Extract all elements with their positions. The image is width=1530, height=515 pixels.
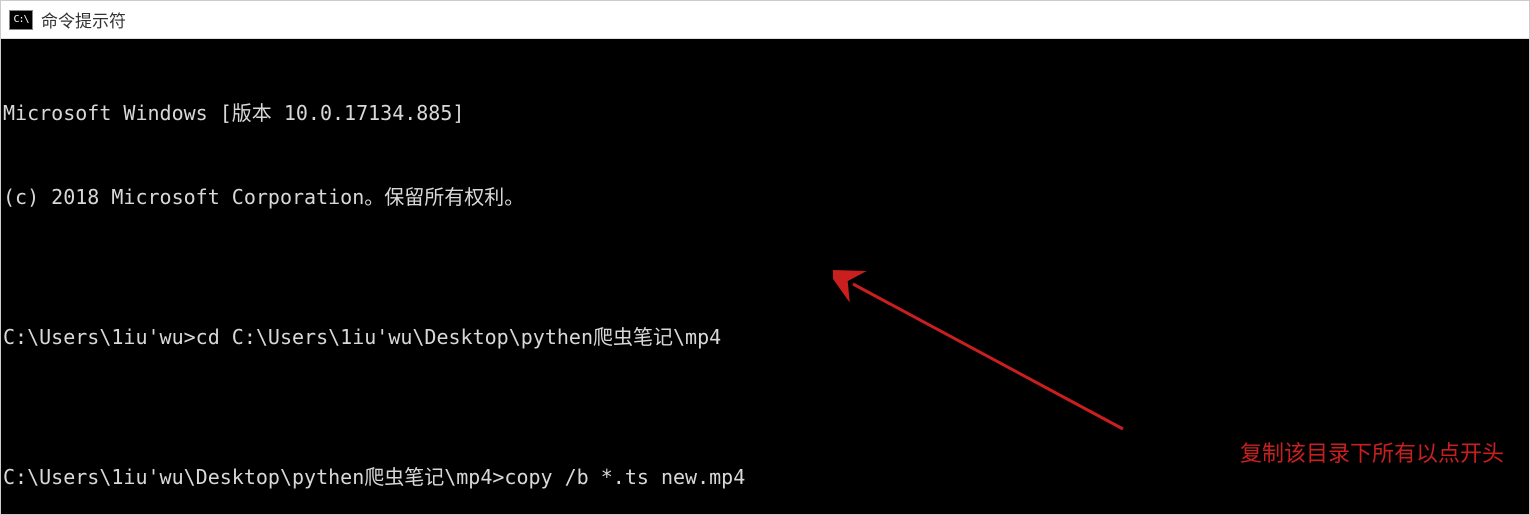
cmd-window: C:\ 命令提示符 Microsoft Windows [版本 10.0.171… [0, 0, 1530, 515]
cmd-icon: C:\ [9, 10, 33, 30]
annotation-text: 复制该目录下所有以点开头 结尾是ts的文件，把它们合 成一个新的文件 [1240, 374, 1504, 514]
terminal-line: Microsoft Windows [版本 10.0.17134.885] [3, 99, 1527, 127]
titlebar[interactable]: C:\ 命令提示符 [1, 1, 1529, 39]
terminal-line: C:\Users\1iu'wu>cd C:\Users\1iu'wu\Deskt… [3, 323, 1527, 351]
window-title: 命令提示符 [41, 7, 126, 32]
terminal-line: (c) 2018 Microsoft Corporation。保留所有权利。 [3, 183, 1527, 211]
annotation-line: 复制该目录下所有以点开头 [1240, 438, 1504, 470]
terminal-area[interactable]: Microsoft Windows [版本 10.0.17134.885] (c… [1, 39, 1529, 514]
